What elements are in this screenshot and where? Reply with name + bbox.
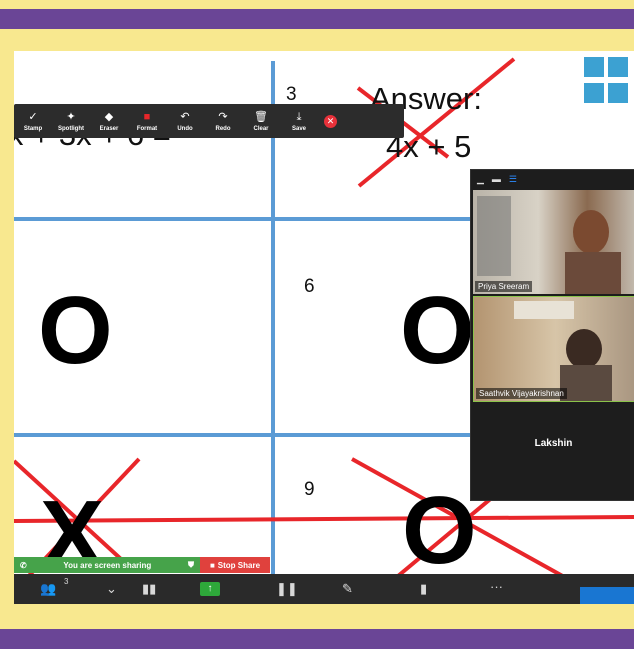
participant-video (477, 196, 621, 294)
o-mark: O (400, 277, 475, 384)
undo-button[interactable]: ↶ Undo (166, 110, 204, 132)
pause-icon[interactable]: ❚❚ (276, 581, 298, 597)
meeting-controls-bar: 👥 3 ⌄ ▮▮ ↑ ❚❚ ✎ ▮ ··· (14, 574, 634, 604)
logo-square (608, 57, 628, 77)
participant-tile[interactable]: Saathvik Vijayakrishnan (473, 296, 634, 402)
cell-number-3: 3 (286, 84, 297, 105)
video-panel: ▁ ▬ ☰ Priya Sreeram Saathvik Vijayakrish… (470, 169, 634, 501)
logo-square (608, 83, 628, 103)
redo-button[interactable]: ↷ Redo (204, 110, 242, 132)
top-band (0, 9, 634, 29)
participant-video (514, 301, 612, 401)
eraser-icon: ◆ (104, 111, 114, 123)
cell-number-9: 9 (304, 479, 315, 500)
share-bar: ✆ You are screen sharing ⛊ ■ Stop Share (14, 557, 270, 573)
phone-icon: ✆ (20, 560, 27, 570)
save-button[interactable]: ⤓ Save (280, 110, 318, 132)
shared-screen: x + 3x + 6 = Answer: 4x + 5 3 6 9 O O O … (14, 51, 634, 604)
corner-panel (580, 587, 634, 604)
participants-icon[interactable]: 👥 (40, 581, 56, 597)
video-panel-header: ▁ ▬ ☰ (471, 170, 634, 188)
sharing-status: ✆ You are screen sharing ⛊ (14, 557, 200, 573)
participant-name: Saathvik Vijayakrishnan (476, 388, 567, 399)
clear-button[interactable]: 🗑 Clear (242, 110, 280, 132)
record-icon[interactable]: ▮ (420, 581, 427, 597)
cross-stroke (14, 515, 634, 523)
redo-icon: ↷ (218, 111, 228, 123)
participant-name[interactable]: Lakshin (471, 438, 634, 449)
more-icon[interactable]: ··· (490, 579, 503, 594)
chevron-down-icon[interactable]: ⌄ (106, 581, 117, 597)
cell-number-6: 6 (304, 276, 315, 297)
participant-tile[interactable]: Priya Sreeram (473, 190, 634, 294)
o-mark: O (38, 277, 113, 384)
wand-icon: ✦ (66, 111, 76, 123)
stop-share-button[interactable]: ■ Stop Share (200, 557, 270, 573)
stamp-button[interactable]: ✓ Stamp (14, 110, 52, 132)
bottom-band (0, 629, 634, 649)
format-button[interactable]: ■ Format (128, 110, 166, 132)
close-icon[interactable]: ✕ (324, 114, 337, 128)
polls-icon[interactable]: ▮▮ (142, 581, 156, 597)
view-toggle-icon[interactable]: ▬ (492, 174, 501, 184)
logo-square (584, 83, 604, 103)
participant-count: 3 (64, 577, 69, 586)
logo-square (584, 57, 604, 77)
shield-icon: ⛊ (188, 560, 194, 569)
minimize-icon[interactable]: ▁ (477, 174, 484, 185)
eraser-button[interactable]: ◆ Eraser (90, 110, 128, 132)
format-icon: ■ (143, 111, 151, 123)
share-screen-icon[interactable]: ↑ (200, 582, 220, 596)
undo-icon: ↶ (180, 111, 190, 123)
participant-name: Priya Sreeram (475, 281, 533, 292)
check-icon: ✓ (28, 111, 38, 123)
save-icon: ⤓ (296, 111, 302, 123)
spotlight-button[interactable]: ✦ Spotlight (52, 110, 90, 132)
trash-icon: 🗑 (254, 111, 268, 123)
pencil-icon[interactable]: ✎ (342, 581, 353, 597)
o-mark: O (402, 477, 477, 584)
gallery-view-icon[interactable]: ☰ (509, 174, 517, 185)
stop-icon: ■ (209, 560, 215, 570)
annotation-toolbar: ✓ Stamp ✦ Spotlight ◆ Eraser ■ Format ↶ Undo … (14, 104, 404, 138)
